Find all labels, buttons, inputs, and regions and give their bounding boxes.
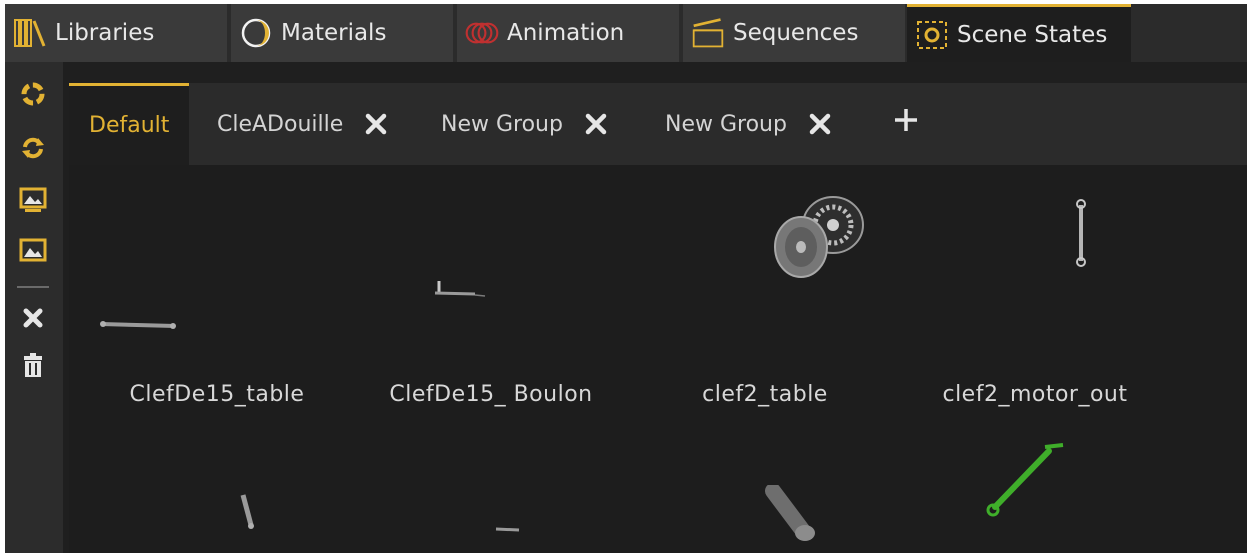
close-icon [22,307,44,333]
group-tab-bar: Default CleADouille New Group New Group [69,83,1247,165]
update-button[interactable] [19,136,47,164]
add-group-button[interactable] [889,105,923,139]
scene-thumbnail-motor[interactable] [771,195,871,281]
tab-label: Materials [281,20,387,46]
group-tab-new-group-2[interactable]: New Group [665,83,833,165]
tab-label: Scene States [957,21,1108,48]
group-tab-new-group-1[interactable]: New Group [441,83,609,165]
scene-state-name[interactable]: ClefDe15_ Boulon [361,382,621,407]
group-tab-label: New Group [441,111,563,137]
top-tab-bar: Libraries Materials Animation Sequences … [5,4,1247,62]
scene-thumbnail-small-wrench[interactable] [235,491,261,531]
tab-materials[interactable]: Materials [231,4,453,62]
delete-button[interactable] [19,353,47,383]
scene-state-name[interactable]: clef2_table [635,382,895,407]
group-tab-label: New Group [665,111,787,137]
group-tab-label: Default [89,113,170,138]
tab-sequences[interactable]: Sequences [683,4,905,62]
tab-libraries[interactable]: Libraries [5,4,227,62]
tab-label: Libraries [55,20,155,46]
close-group-icon[interactable] [583,111,609,137]
tab-animation[interactable]: Animation [457,4,679,62]
scene-state-grid: ClefDe15_table ClefDe15_ Boulon clef2_ta… [69,165,1247,553]
scene-thumbnail-wrench-vertical[interactable] [1071,197,1091,269]
toolbar-sidebar [5,62,63,553]
scene-thumbnail-green-wrench[interactable] [981,441,1071,521]
close-group-icon[interactable] [807,111,833,137]
tab-label: Sequences [733,20,859,46]
scene-thumbnail-wrench-bolt[interactable] [431,275,491,305]
tab-scene-states[interactable]: Scene States [907,4,1131,62]
scene-state-icon [915,18,949,52]
trash-icon [21,353,45,383]
group-tab-default[interactable]: Default [69,83,190,165]
scene-thumbnail-wrench[interactable] [95,305,185,345]
image-button[interactable] [19,238,47,266]
group-tab-label: CleADouille [217,111,344,137]
image-icon [19,236,47,268]
scene-state-name[interactable]: clef2_motor_out [905,382,1165,407]
books-icon [13,16,47,50]
scene-states-panel: Libraries Materials Animation Sequences … [5,4,1247,553]
scene-thumbnail-bolt[interactable] [493,519,523,532]
clapperboard-icon [691,16,725,50]
material-icon [239,16,273,50]
capture-image-button[interactable] [19,186,47,218]
tab-label: Animation [507,20,625,46]
update-icon [20,135,46,165]
refresh-icon [20,81,46,111]
scene-state-name[interactable]: ClefDe15_table [87,382,347,407]
sidebar-divider [17,286,49,288]
animation-icon [465,16,499,50]
group-tab-cleadouille[interactable]: CleADouille [217,83,389,165]
capture-image-icon [19,186,47,218]
scene-thumbnail-shaft[interactable] [763,483,823,545]
plus-icon [893,107,919,137]
refresh-button[interactable] [19,82,47,110]
close-group-icon[interactable] [363,111,389,137]
close-button[interactable] [19,306,47,334]
